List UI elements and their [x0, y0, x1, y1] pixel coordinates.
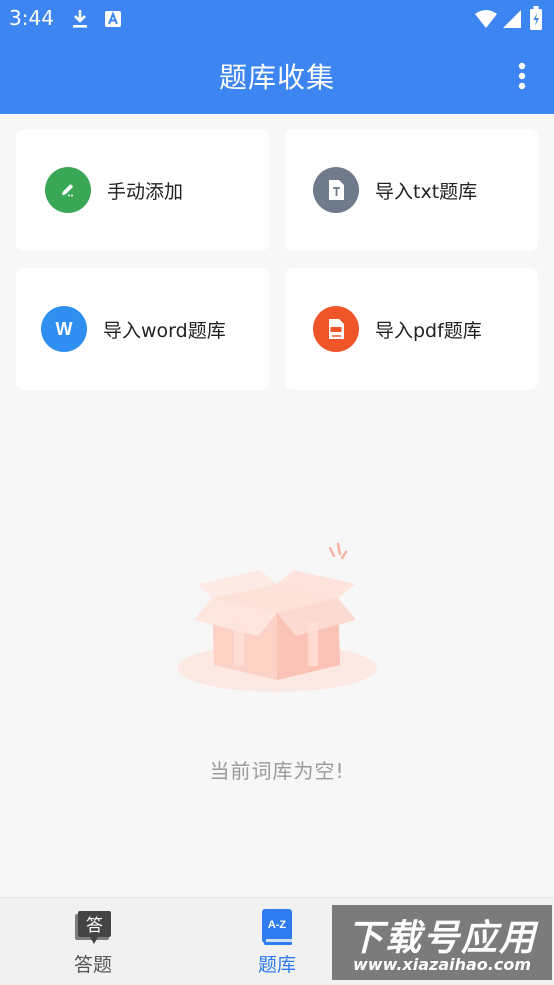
- battery-icon: [530, 6, 542, 30]
- manual-add-label: 手动添加: [107, 180, 184, 203]
- import-pdf-label: 导入pdf题库: [375, 319, 482, 342]
- download-icon: [73, 10, 87, 28]
- empty-box-illustration: [177, 542, 377, 692]
- tab-question-bank[interactable]: A-Z 题库: [217, 898, 337, 985]
- manual-add-card[interactable]: 手动添加: [16, 129, 269, 251]
- tab-answer[interactable]: 答 答题: [33, 898, 153, 985]
- svg-text:A-Z: A-Z: [268, 919, 287, 931]
- answer-icon: 答: [75, 911, 111, 944]
- pencil-icon: [45, 167, 91, 213]
- watermark: 下载号应用 www.xiazaihao.com: [332, 905, 552, 980]
- wifi-icon: [475, 10, 497, 28]
- svg-text:答: 答: [86, 916, 103, 936]
- word-icon: W: [41, 306, 87, 352]
- more-vertical-icon[interactable]: [518, 62, 526, 90]
- txt-file-icon: [313, 167, 359, 213]
- pdf-file-icon: [313, 306, 359, 352]
- app-bar: 题库收集: [0, 38, 554, 114]
- question-bank-icon: A-Z: [262, 909, 292, 945]
- import-word-label: 导入word题库: [103, 319, 226, 342]
- import-txt-label: 导入txt题库: [375, 180, 478, 203]
- tab-question-bank-label: 题库: [257, 954, 296, 976]
- status-time: 3:44: [9, 6, 54, 30]
- import-txt-card[interactable]: 导入txt题库: [285, 129, 538, 251]
- signal-icon: [503, 10, 521, 28]
- import-word-card[interactable]: W 导入word题库: [16, 268, 269, 390]
- font-a-icon: [105, 11, 121, 27]
- status-bar: 3:44: [0, 0, 554, 38]
- tab-answer-label: 答题: [73, 954, 112, 976]
- watermark-url: www.xiazaihao.com: [353, 955, 531, 974]
- watermark-title: 下载号应用: [346, 918, 537, 959]
- import-pdf-card[interactable]: 导入pdf题库: [285, 268, 538, 390]
- empty-message: 当前词库为空!: [209, 759, 345, 783]
- page-title: 题库收集: [218, 61, 335, 94]
